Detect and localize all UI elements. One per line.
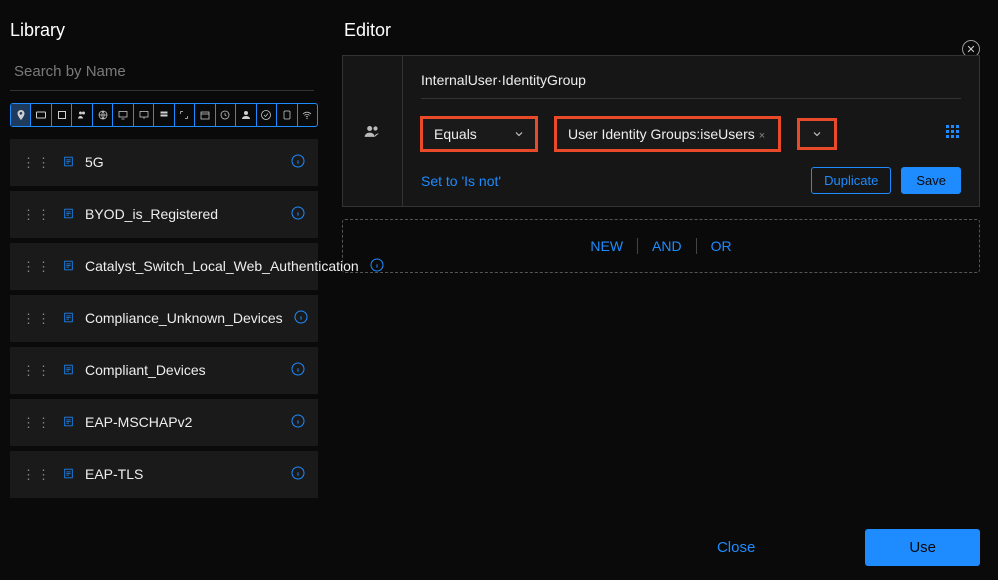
add-condition-zone: NEW AND OR	[342, 219, 980, 273]
document-icon	[62, 207, 75, 223]
drag-handle-icon[interactable]: ⋮⋮	[22, 314, 52, 324]
drag-handle-icon[interactable]: ⋮⋮	[22, 470, 52, 480]
filter-wifi-icon[interactable]	[298, 104, 317, 126]
drag-handle-icon[interactable]: ⋮⋮	[22, 262, 52, 272]
filter-box-icon[interactable]	[52, 104, 72, 126]
filter-monitor1-icon[interactable]	[113, 104, 133, 126]
list-item-label: Compliant_Devices	[85, 361, 280, 379]
use-button[interactable]: Use	[865, 529, 980, 566]
group-icon	[343, 56, 403, 206]
filter-group-icon[interactable]	[72, 104, 92, 126]
library-title: Library	[10, 20, 320, 41]
add-and-option[interactable]: AND	[652, 238, 682, 254]
document-icon	[62, 363, 75, 379]
add-new-option[interactable]: NEW	[590, 238, 623, 254]
editor-title: Editor	[344, 20, 980, 41]
document-icon	[62, 415, 75, 431]
info-icon[interactable]	[290, 153, 306, 172]
list-item-label: Compliance_Unknown_Devices	[85, 309, 283, 327]
clear-value-icon[interactable]: ×	[759, 130, 765, 142]
filter-card-icon[interactable]	[31, 104, 51, 126]
filter-user-icon[interactable]	[236, 104, 256, 126]
list-item-label: Catalyst_Switch_Local_Web_Authentication	[85, 257, 359, 275]
list-item-label: EAP-MSCHAPv2	[85, 413, 280, 431]
list-item[interactable]: ⋮⋮ Compliant_Devices	[10, 347, 318, 394]
document-icon	[62, 467, 75, 483]
filter-stack-icon[interactable]	[154, 104, 174, 126]
drag-handle-icon[interactable]: ⋮⋮	[22, 366, 52, 376]
grid-icon[interactable]	[945, 124, 961, 145]
duplicate-button[interactable]: Duplicate	[811, 167, 891, 194]
drag-handle-icon[interactable]: ⋮⋮	[22, 210, 52, 220]
list-item[interactable]: ⋮⋮ EAP-MSCHAPv2	[10, 399, 318, 446]
save-button[interactable]: Save	[901, 167, 961, 194]
filter-location-icon[interactable]	[11, 104, 31, 126]
list-item[interactable]: ⋮⋮ EAP-TLS	[10, 451, 318, 498]
list-item[interactable]: ⋮⋮ Catalyst_Switch_Local_Web_Authenticat…	[10, 243, 318, 290]
operator-value: Equals	[434, 126, 477, 142]
list-item[interactable]: ⋮⋮ Compliance_Unknown_Devices	[10, 295, 318, 342]
filter-monitor2-icon[interactable]	[134, 104, 154, 126]
info-icon[interactable]	[290, 361, 306, 380]
condition-card: InternalUser·IdentityGroup Equals User I…	[342, 55, 980, 207]
list-item[interactable]: ⋮⋮ 5G	[10, 139, 318, 186]
operator-dropdown[interactable]: Equals	[421, 117, 537, 151]
value-text: User Identity Groups:iseUsers	[568, 126, 755, 142]
info-icon[interactable]	[290, 465, 306, 484]
attribute-name: InternalUser·IdentityGroup	[421, 72, 961, 99]
list-item-label: 5G	[85, 153, 280, 171]
filter-expand-icon[interactable]	[175, 104, 195, 126]
filter-device-icon[interactable]	[277, 104, 297, 126]
icon-filter-tabs	[10, 103, 318, 127]
add-or-option[interactable]: OR	[711, 238, 732, 254]
document-icon	[62, 155, 75, 171]
drag-handle-icon[interactable]: ⋮⋮	[22, 418, 52, 428]
filter-clock-icon[interactable]	[216, 104, 236, 126]
value-dropdown[interactable]: User Identity Groups:iseUsers ×	[555, 117, 780, 151]
filter-check-icon[interactable]	[257, 104, 277, 126]
info-icon[interactable]	[293, 309, 309, 328]
chevron-down-icon	[812, 131, 822, 137]
filter-calendar-icon[interactable]	[195, 104, 215, 126]
info-icon[interactable]	[290, 205, 306, 224]
drag-handle-icon[interactable]: ⋮⋮	[22, 158, 52, 168]
document-icon	[62, 311, 75, 327]
chevron-down-icon	[514, 131, 524, 137]
document-icon	[62, 259, 75, 275]
list-item[interactable]: ⋮⋮ BYOD_is_Registered	[10, 191, 318, 238]
list-item-label: BYOD_is_Registered	[85, 205, 280, 223]
list-item-label: EAP-TLS	[85, 465, 280, 483]
info-icon[interactable]	[290, 413, 306, 432]
set-is-not-link[interactable]: Set to 'Is not'	[421, 173, 501, 189]
search-input[interactable]	[10, 55, 314, 91]
close-link[interactable]: Close	[717, 539, 755, 556]
extra-dropdown[interactable]	[798, 119, 836, 149]
filter-globe-icon[interactable]	[93, 104, 113, 126]
